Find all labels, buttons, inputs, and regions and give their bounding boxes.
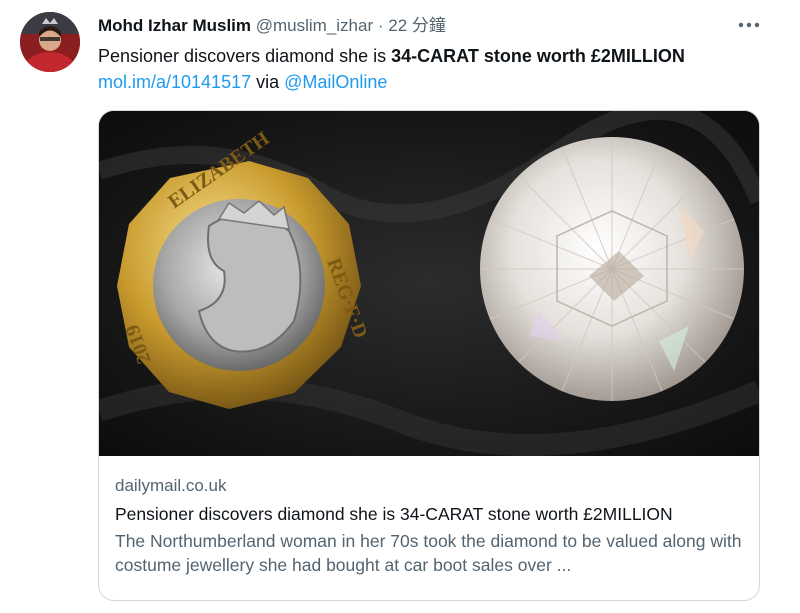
author-avatar[interactable]	[20, 12, 80, 72]
more-icon[interactable]	[736, 14, 762, 36]
tweet-timestamp[interactable]: 22 分鐘	[388, 16, 446, 35]
header-separator: ·	[377, 16, 384, 35]
article-link[interactable]: mol.im/a/10141517	[98, 72, 251, 92]
author-name[interactable]: Mohd Izhar Muslim	[98, 16, 251, 35]
mention-link[interactable]: @MailOnline	[284, 72, 387, 92]
tweet-text: Pensioner discovers diamond she is 34-CA…	[98, 43, 778, 95]
via-text: via	[251, 72, 285, 92]
card-description: The Northumberland woman in her 70s took…	[115, 531, 742, 575]
author-handle[interactable]: @muslim_izhar	[256, 16, 373, 35]
card-title: Pensioner discovers diamond she is 34-CA…	[115, 504, 673, 524]
link-card[interactable]: ELIZABETH REG·F·D 2019 dailymail.co.uk P	[98, 110, 760, 601]
tweet-text-plain: Pensioner discovers diamond she is	[98, 46, 392, 66]
card-meta: dailymail.co.uk Pensioner discovers diam…	[115, 474, 743, 577]
tweet-header: Mohd Izhar Muslim @muslim_izhar · 22 分鐘	[98, 14, 740, 38]
card-image[interactable]: ELIZABETH REG·F·D 2019	[99, 111, 759, 456]
tweet-text-bold: 34-CARAT stone worth £2MILLION	[391, 46, 685, 66]
card-domain: dailymail.co.uk	[115, 476, 227, 495]
